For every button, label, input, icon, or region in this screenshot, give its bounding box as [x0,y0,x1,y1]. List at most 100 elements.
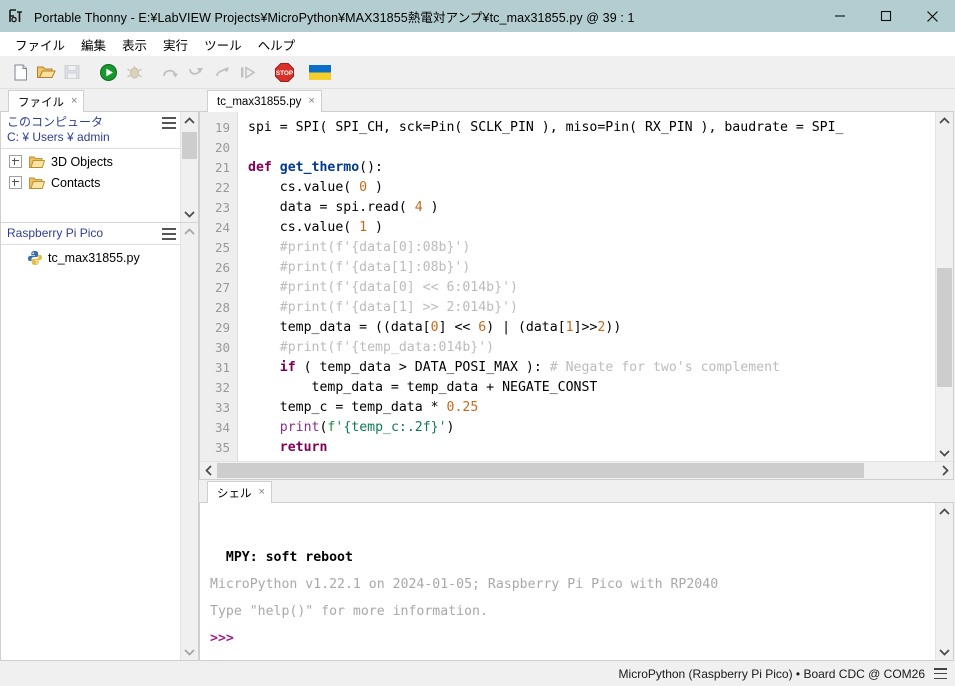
code-area[interactable]: 19 20 21 22 23 24 25 26 27 28 29 30 31 32 33 34 35 spi =… [200,112,935,461]
shell-output[interactable]: MPY: soft reboot MicroPython v1.22.1 on 2… [200,503,935,660]
line-number: 19 [214,120,230,135]
code-line: #print(f'{data[1]:08b}') [248,260,471,275]
scroll-track[interactable] [181,129,198,205]
scroll-down-icon[interactable] [181,643,198,660]
scroll-left-icon[interactable] [200,462,217,479]
scroll-down-icon[interactable] [936,643,953,660]
device-title: Raspberry Pi Pico [7,226,104,240]
expand-icon[interactable] [9,176,22,189]
files-sidebar: ファイル × このコンピュータ C: ¥ Users ¥ admin 3D Ob… [0,89,199,661]
hamburger-icon[interactable] [162,226,176,240]
save-file-button [60,60,84,84]
new-file-button[interactable] [8,60,32,84]
code-text[interactable]: spi = SPI( SPI_CH, sck=Pin( SCLK_PIN ), … [238,112,935,461]
line-number: 32 [214,380,230,395]
editor-tabstrip: tc_max31855.py × [199,89,955,112]
this-computer-title-block: このコンピュータ C: ¥ Users ¥ admin [7,115,110,145]
debug-button [122,60,146,84]
shell-box[interactable]: MPY: soft reboot MicroPython v1.22.1 on 2… [199,502,954,661]
this-computer-header: このコンピュータ C: ¥ Users ¥ admin [1,112,180,147]
scroll-track[interactable] [217,462,936,479]
tab-tc-max31855[interactable]: tc_max31855.py × [207,90,322,112]
list-item-label: 3D Objects [51,154,113,169]
code-line: cs.value( 0 ) [248,180,383,195]
device-panel-scrollbar[interactable] [180,223,198,660]
editor-horizontal-scrollbar[interactable] [200,461,953,479]
line-number: 21 [214,160,230,175]
line-number: 28 [214,300,230,315]
run-button[interactable] [96,60,120,84]
scroll-down-icon[interactable] [181,205,198,222]
shell-line: MPY: soft reboot [210,550,353,565]
menu-view[interactable]: 表示 [114,33,155,56]
editor-region: tc_max31855.py × 19 20 21 22 23 24 25 26 27 28 29 3… [199,89,955,480]
scroll-up-icon[interactable] [181,223,198,240]
this-computer-title: このコンピュータ [7,115,104,129]
tab-files-label: ファイル [18,96,64,109]
scroll-up-icon[interactable] [181,112,198,129]
list-item[interactable]: Contacts [1,172,180,193]
scroll-track[interactable] [936,520,953,643]
step-out-button [210,60,234,84]
thonny-window: Portable Thonny - E:¥LabVIEW Projects¥Mi… [0,0,955,686]
scroll-track[interactable] [936,129,953,444]
line-number: 31 [214,360,230,375]
device-file-tree: tc_max31855.py [1,245,180,660]
editor-box: 19 20 21 22 23 24 25 26 27 28 29 30 31 32 33 34 35 spi =… [199,111,954,480]
close-button[interactable] [909,0,955,32]
folder-icon [29,176,46,190]
list-item[interactable]: 3D Objects [1,151,180,172]
scroll-track[interactable] [181,240,198,643]
editor-main: 19 20 21 22 23 24 25 26 27 28 29 30 31 32 33 34 35 spi =… [200,112,953,461]
scroll-up-icon[interactable] [936,503,953,520]
maximize-button[interactable] [863,0,909,32]
close-icon[interactable]: × [71,96,77,107]
open-file-button[interactable] [34,60,58,84]
scroll-right-icon[interactable] [936,462,953,479]
window-controls [817,0,955,32]
scroll-thumb[interactable] [182,132,197,160]
menu-help[interactable]: ヘルプ [250,33,304,56]
main-body: ファイル × このコンピュータ C: ¥ Users ¥ admin 3D Ob… [0,89,955,661]
editor-vertical-scrollbar[interactable] [935,112,953,461]
tab-files[interactable]: ファイル × [8,90,85,112]
scroll-up-icon[interactable] [936,112,953,129]
stop-button[interactable]: STOP [272,60,296,84]
code-line: #print(f'{data[0] << 6:014b}') [248,280,518,295]
menu-tools[interactable]: ツール [196,33,250,56]
minimize-button[interactable] [817,0,863,32]
code-line: #print(f'{data[1] >> 2:014b}') [248,300,518,315]
hamburger-icon[interactable] [934,668,947,679]
scroll-thumb[interactable] [217,463,865,478]
close-icon[interactable]: × [259,487,265,498]
line-number: 35 [214,440,230,455]
shell-tab-label: シェル [217,487,252,500]
line-number: 22 [214,180,230,195]
sidebar-panels: このコンピュータ C: ¥ Users ¥ admin 3D Objects C… [0,111,199,661]
step-over-button [158,60,182,84]
line-number: 25 [214,240,230,255]
expand-icon[interactable] [9,155,22,168]
code-line: def get_thermo(): [248,160,383,175]
code-line: temp_c = temp_data * 0.25 [248,400,479,415]
close-icon[interactable]: × [308,96,314,107]
ukraine-flag-button[interactable] [308,60,332,84]
menu-edit[interactable]: 編集 [73,33,114,56]
code-line: cs.value( 1 ) [248,220,383,235]
menu-file[interactable]: ファイル [7,33,73,56]
computer-panel-scrollbar[interactable] [180,112,198,222]
line-number: 24 [214,220,230,235]
tab-shell[interactable]: シェル × [207,481,272,503]
device-header: Raspberry Pi Pico [1,223,180,243]
list-item[interactable]: tc_max31855.py [1,247,180,268]
status-text: MicroPython (Raspberry Pi Pico) • Board … [618,666,925,681]
scroll-thumb[interactable] [937,267,952,388]
python-file-icon [27,250,43,266]
list-item-label: Contacts [51,175,101,190]
menu-run[interactable]: 実行 [155,33,196,56]
shell-scrollbar[interactable] [935,503,953,660]
hamburger-icon[interactable] [162,115,176,129]
scroll-down-icon[interactable] [936,444,953,461]
